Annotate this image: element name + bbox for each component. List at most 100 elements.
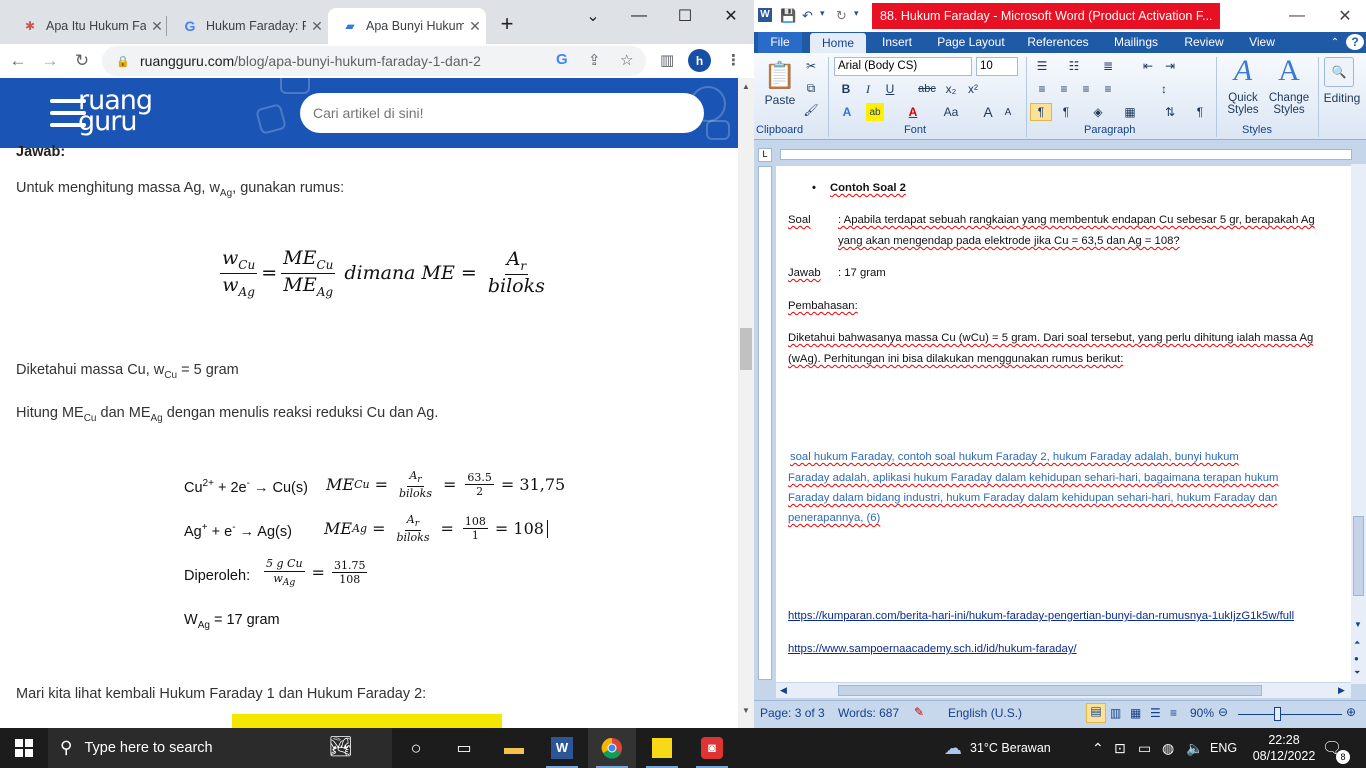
align-center-icon[interactable]: ≡ — [1054, 80, 1074, 98]
zoom-out-icon[interactable]: ⊖ — [1218, 705, 1228, 719]
select-browse-object-icon[interactable]: ● — [1354, 654, 1359, 663]
find-icon[interactable]: 🔍 — [1324, 57, 1354, 87]
shrink-font-icon[interactable]: A — [1000, 103, 1016, 121]
change-styles-button[interactable]: Change Styles — [1266, 89, 1312, 119]
reference-link[interactable]: https://www.sampoernaacademy.sch.id/id/h… — [788, 643, 1077, 655]
decrease-indent-icon[interactable]: ⇤ — [1138, 57, 1158, 75]
ruangguru-logo[interactable]: ruang guru — [78, 87, 153, 135]
scrollbar-thumb[interactable] — [838, 685, 1262, 696]
language-status[interactable]: English (U.S.) — [948, 706, 1022, 720]
quick-styles-button[interactable]: Quick Styles — [1220, 89, 1266, 119]
draft-icon[interactable]: ≡ — [1170, 706, 1177, 720]
tab-insert[interactable]: Insert — [872, 32, 922, 53]
page-scrollbar[interactable]: ▲ ▼ — [738, 78, 754, 728]
line-spacing-icon[interactable]: ↕ — [1154, 80, 1174, 98]
app-taskbar-icon[interactable]: ◙ — [688, 728, 736, 768]
new-tab-icon[interactable]: + — [493, 10, 521, 38]
full-screen-reading-icon[interactable]: ▥ — [1110, 706, 1121, 720]
tab-search-icon[interactable]: ⌄ — [570, 0, 616, 32]
subscript-icon[interactable]: x₂ — [942, 80, 960, 98]
undo-icon[interactable]: ↶ — [802, 8, 813, 24]
share-icon[interactable]: ⇪ — [588, 51, 601, 69]
file-explorer-icon[interactable]: ▬ — [490, 728, 538, 768]
cortana-icon[interactable]: ○ — [392, 728, 440, 768]
word-taskbar-icon[interactable]: W — [538, 728, 586, 768]
document-horizontal-scrollbar[interactable]: ◀ ▶ — [776, 683, 1351, 698]
editing-button[interactable]: Editing — [1320, 91, 1364, 105]
task-view-icon[interactable]: ▭ — [440, 728, 488, 768]
zoom-slider-handle[interactable] — [1274, 707, 1281, 721]
minimize-ribbon-icon[interactable]: ⌃ — [1326, 32, 1344, 53]
tab-home[interactable]: Home — [810, 33, 866, 53]
multilevel-list-icon[interactable]: ≣ — [1098, 57, 1118, 75]
show-hidden-icons-icon[interactable]: ⌃ — [1092, 728, 1104, 768]
help-icon[interactable]: ? — [1346, 34, 1364, 50]
zoom-slider[interactable] — [1238, 714, 1342, 715]
strikethrough-icon[interactable]: abc — [916, 80, 938, 98]
tab-hukum-faraday[interactable]: G Hukum Faraday: P ✕ — [168, 8, 328, 44]
document-page[interactable]: • Contoh Soal 2 Soal : Apabila terdapat … — [776, 166, 1351, 682]
font-name-input[interactable]: Arial (Body CS) — [834, 57, 972, 76]
font-color-icon[interactable]: A — [904, 103, 922, 121]
ruler-bar[interactable] — [780, 149, 1352, 160]
tab-apa-itu-hukum[interactable]: ✱ Apa Itu Hukum Fa ✕ — [8, 8, 168, 44]
tab-page-layout[interactable]: Page Layout — [930, 32, 1012, 53]
scrollbar-thumb[interactable] — [1353, 516, 1364, 596]
increase-indent-icon[interactable]: ⇥ — [1160, 57, 1180, 75]
scroll-right-icon[interactable]: ▶ — [1338, 685, 1345, 696]
article-search-input[interactable] — [300, 93, 704, 133]
highlight-icon[interactable]: ab — [866, 103, 884, 121]
grow-font-icon[interactable]: A — [980, 103, 996, 121]
zoom-level[interactable]: 90% — [1190, 706, 1214, 720]
undo-dropdown-icon[interactable]: ▾ — [820, 8, 825, 19]
ltr-direction-icon[interactable]: ¶ — [1030, 103, 1052, 121]
taskbar-search-box[interactable]: ⚲ Type here to search 🏞 — [48, 728, 392, 768]
align-left-icon[interactable]: ≡ — [1032, 80, 1052, 98]
tab-selector-icon[interactable]: L — [758, 148, 772, 162]
sort-icon[interactable]: ⇅ — [1160, 103, 1180, 121]
paste-button[interactable]: Paste — [758, 93, 802, 107]
print-layout-icon[interactable]: ▤ — [1086, 703, 1106, 723]
minimize-icon[interactable]: — — [616, 0, 662, 32]
bullets-icon[interactable]: ☰ — [1032, 57, 1052, 75]
borders-icon[interactable]: ▦ — [1120, 103, 1140, 121]
show-formatting-icon[interactable]: ¶ — [1190, 103, 1210, 121]
tab-apa-bunyi-hukum[interactable]: ▰ Apa Bunyi Hukum ✕ — [328, 8, 486, 44]
previous-page-icon[interactable]: ⏶ — [1354, 638, 1360, 648]
clock[interactable]: 22:28 08/12/2022 — [1253, 728, 1316, 768]
quick-styles-icon[interactable]: A — [1226, 54, 1260, 87]
paste-icon[interactable]: 📋 — [762, 57, 798, 93]
input-language[interactable]: ENG — [1210, 728, 1237, 768]
forward-icon[interactable]: → — [36, 47, 64, 75]
outline-icon[interactable]: ☰ — [1150, 706, 1161, 720]
customize-toolbar-icon[interactable]: ▾ — [854, 8, 859, 19]
reference-link[interactable]: https://kumparan.com/berita-hari-ini/huk… — [788, 610, 1294, 622]
redo-icon[interactable]: ↻ — [836, 8, 847, 24]
scroll-down-icon[interactable]: ▼ — [1354, 620, 1362, 629]
align-right-icon[interactable]: ≡ — [1076, 80, 1096, 98]
close-icon[interactable]: ✕ — [1322, 0, 1366, 32]
web-layout-icon[interactable]: ▦ — [1130, 706, 1141, 720]
change-styles-icon[interactable]: A — [1272, 54, 1306, 87]
italic-icon[interactable]: I — [860, 80, 876, 98]
superscript-icon[interactable]: x² — [964, 80, 982, 98]
tab-references[interactable]: References — [1018, 32, 1098, 53]
proofing-icon[interactable]: ✎ — [914, 705, 924, 719]
battery-icon[interactable]: ▭ — [1138, 728, 1151, 768]
close-icon[interactable]: ✕ — [708, 0, 754, 32]
weather-widget[interactable]: ☁ 31°C Berawan — [944, 728, 1051, 768]
numbering-icon[interactable]: ☷ — [1064, 57, 1084, 75]
change-case-icon[interactable]: Aa — [940, 103, 962, 121]
side-panel-icon[interactable]: ▥ — [660, 51, 674, 69]
shading-icon[interactable]: ◈ — [1088, 103, 1108, 121]
tab-mailings[interactable]: Mailings — [1104, 32, 1168, 53]
tab-close-icon[interactable]: ✕ — [146, 18, 168, 35]
zoom-in-icon[interactable]: ⊕ — [1346, 705, 1356, 719]
tab-file[interactable]: File — [758, 32, 802, 53]
text-effects-icon[interactable]: A — [838, 103, 856, 121]
rtl-direction-icon[interactable]: ¶ — [1056, 103, 1076, 121]
reload-icon[interactable]: ↻ — [68, 47, 96, 75]
tab-close-icon[interactable]: ✕ — [464, 18, 486, 35]
bold-icon[interactable]: B — [838, 80, 854, 98]
document-vertical-scrollbar[interactable]: ▼ ⏶ ● ⏷ — [1351, 164, 1366, 684]
